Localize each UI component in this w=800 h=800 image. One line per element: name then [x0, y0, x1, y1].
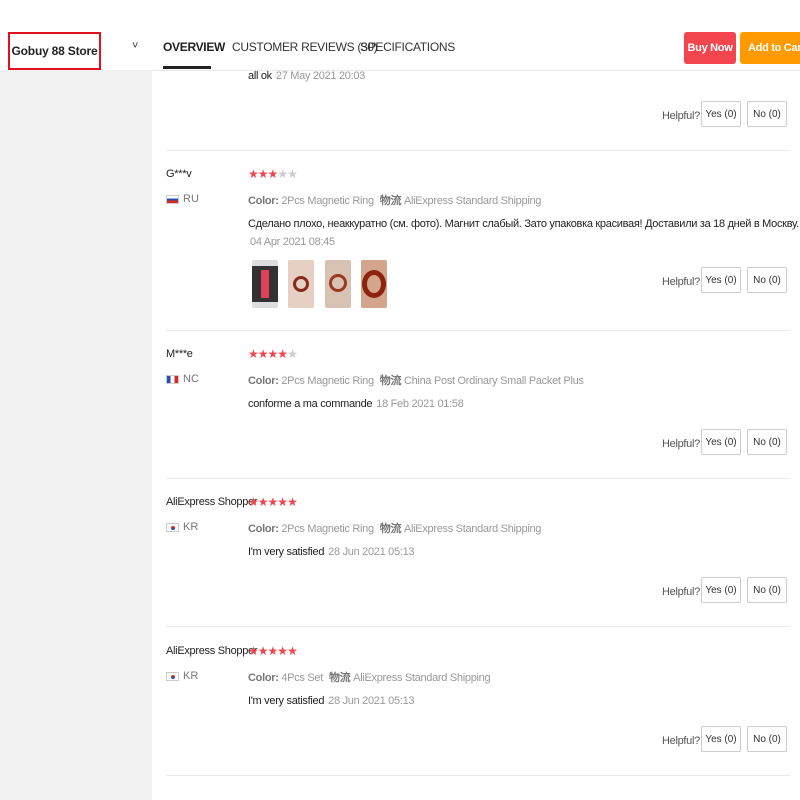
- divider: [166, 330, 790, 331]
- helpful-label: Helpful?: [662, 276, 700, 288]
- tab-overview[interactable]: OVERVIEW: [163, 40, 225, 54]
- star-icon: ★: [277, 167, 288, 181]
- reviewer-country: KR: [166, 670, 198, 682]
- helpful-yes-button[interactable]: Yes (0): [701, 726, 741, 752]
- star-icon: ★: [267, 167, 279, 181]
- tab-customer-reviews[interactable]: CUSTOMER REVIEWS (30): [232, 40, 378, 54]
- review-text: I'm very satisfied 28 Jun 2021 05:13: [248, 546, 415, 558]
- reviewer-country: NC: [166, 373, 199, 385]
- review-text: I'm very satisfied 28 Jun 2021 05:13: [248, 695, 415, 707]
- helpful-no-button[interactable]: No (0): [747, 429, 787, 455]
- star-icon: ★: [257, 495, 269, 509]
- review-date: 18 Feb 2021 01:58: [376, 398, 464, 410]
- review-text: Сделано плохо, неаккуратно (см. фото). М…: [248, 218, 799, 230]
- star-icon: ★: [248, 167, 259, 181]
- reviewer-country: RU: [166, 193, 199, 205]
- review-photo[interactable]: [288, 260, 314, 308]
- star-icon: ★: [257, 644, 269, 658]
- add-to-cart-button[interactable]: Add to Cart: [740, 32, 800, 64]
- reviews-list: all ok 27 May 2021 20:03 Helpful? Yes (0)…: [152, 70, 800, 800]
- divider: [166, 478, 790, 479]
- review-meta: Color: 2Pcs Magnetic Ring 物流 AliExpress S…: [248, 195, 542, 207]
- review-date: 27 May 2021 20:03: [275, 70, 365, 82]
- divider: [166, 775, 790, 776]
- helpful-no-button[interactable]: No (0): [747, 726, 787, 752]
- helpful-no-button[interactable]: No (0): [747, 267, 787, 293]
- store-header: Gobuy 88 Store ˅: [0, 0, 152, 70]
- reviewer-name: AliExpress Shopper: [166, 645, 258, 657]
- helpful-label: Helpful?: [662, 735, 700, 747]
- buy-now-button[interactable]: Buy Now: [684, 32, 736, 64]
- helpful-no-button[interactable]: No (0): [747, 577, 787, 603]
- divider: [166, 626, 790, 627]
- helpful-label: Helpful?: [662, 110, 700, 122]
- review-meta: Color: 4Pcs Set 物流 AliExpress Standard Sh…: [248, 672, 491, 684]
- flag-fr-icon: [166, 374, 179, 384]
- chevron-down-icon[interactable]: ˅: [132, 40, 138, 52]
- rating-stars: ★★★★★: [248, 347, 298, 361]
- tab-bar: OVERVIEW CUSTOMER REVIEWS (30) SPECIFICA…: [152, 0, 800, 71]
- rating-stars: ★★★★★: [248, 495, 298, 509]
- star-icon: ★: [248, 495, 259, 509]
- review-date: 04 Apr 2021 08:45: [250, 236, 335, 248]
- review-photo[interactable]: [361, 260, 387, 308]
- star-icon: ★: [267, 347, 279, 361]
- rating-stars: ★★★★★: [248, 167, 298, 181]
- star-icon: ★: [287, 347, 298, 361]
- helpful-yes-button[interactable]: Yes (0): [701, 267, 741, 293]
- helpful-yes-button[interactable]: Yes (0): [701, 429, 741, 455]
- reviewer-name: M***e: [166, 348, 193, 360]
- star-icon: ★: [257, 167, 269, 181]
- review-date: 28 Jun 2021 05:13: [328, 546, 415, 558]
- helpful-yes-button[interactable]: Yes (0): [701, 101, 741, 127]
- star-icon: ★: [267, 495, 279, 509]
- star-icon: ★: [287, 495, 298, 509]
- star-icon: ★: [287, 644, 298, 658]
- review-meta: Color: 2Pcs Magnetic Ring 物流 AliExpress S…: [248, 523, 542, 535]
- flag-kr-icon: [166, 671, 179, 681]
- divider: [166, 150, 790, 151]
- helpful-label: Helpful?: [662, 586, 700, 598]
- reviewer-name: G***v: [166, 168, 192, 180]
- rating-stars: ★★★★★: [248, 644, 298, 658]
- star-icon: ★: [248, 347, 259, 361]
- star-icon: ★: [267, 644, 279, 658]
- review-photo[interactable]: [325, 260, 351, 308]
- store-name[interactable]: Gobuy 88 Store: [8, 32, 101, 70]
- star-icon: ★: [248, 644, 259, 658]
- helpful-no-button[interactable]: No (0): [747, 101, 787, 127]
- star-icon: ★: [277, 644, 288, 658]
- flag-ru-icon: [166, 194, 179, 204]
- star-icon: ★: [277, 347, 288, 361]
- flag-kr-icon: [166, 522, 179, 532]
- reviewer-name: AliExpress Shopper: [166, 496, 258, 508]
- helpful-label: Helpful?: [662, 438, 700, 450]
- star-icon: ★: [287, 167, 298, 181]
- star-icon: ★: [257, 347, 269, 361]
- helpful-yes-button[interactable]: Yes (0): [701, 577, 741, 603]
- star-icon: ★: [277, 495, 288, 509]
- review-photo[interactable]: [252, 260, 278, 308]
- sidebar: Gobuy 88 Store ˅: [0, 0, 152, 800]
- review-text: all ok 27 May 2021 20:03: [248, 70, 365, 82]
- review-meta: Color: 2Pcs Magnetic Ring 物流 China Post O…: [248, 375, 584, 387]
- tab-specifications[interactable]: SPECIFICATIONS: [360, 40, 455, 54]
- review-text: conforme a ma commande 18 Feb 2021 01:58: [248, 398, 464, 410]
- active-tab-indicator: [163, 66, 211, 69]
- review-date: 28 Jun 2021 05:13: [328, 695, 415, 707]
- reviewer-country: KR: [166, 521, 198, 533]
